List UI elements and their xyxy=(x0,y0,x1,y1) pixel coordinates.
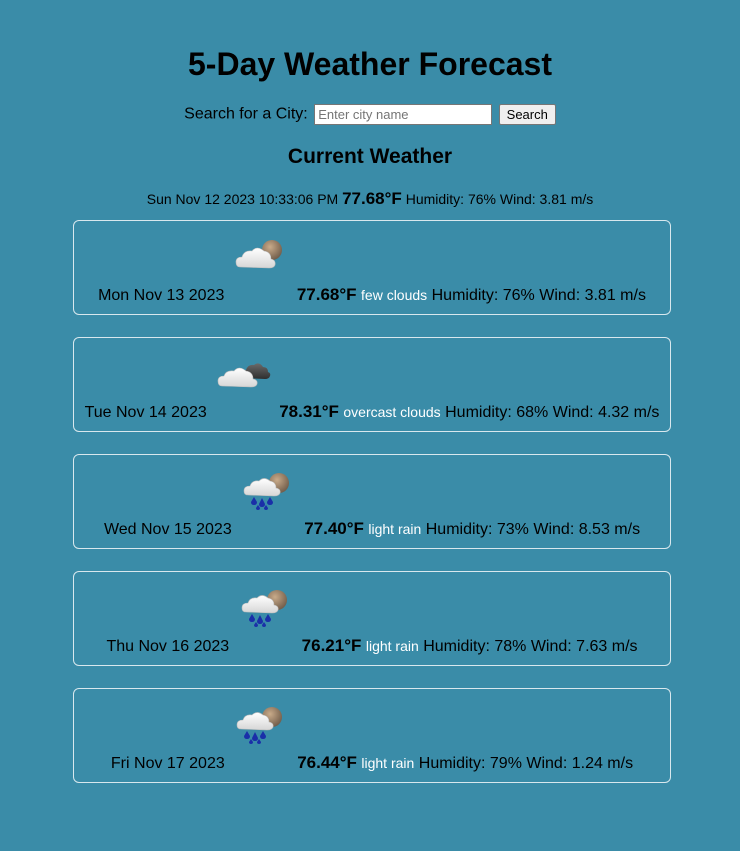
forecast-description: overcast clouds xyxy=(343,404,441,420)
forecast-humidity: Humidity: 73% xyxy=(425,521,529,538)
forecast-description: light rain xyxy=(365,638,419,654)
forecast-wind: Wind: 3.81 m/s xyxy=(539,287,646,304)
current-weather-summary: Sun Nov 12 2023 10:33:06 PM 77.68°F Humi… xyxy=(0,188,740,210)
forecast-wind: Wind: 8.53 m/s xyxy=(533,521,641,538)
light-rain-icon xyxy=(241,471,297,511)
forecast-card: Wed Nov 15 2023 77.40°F light rain Humid… xyxy=(73,454,671,549)
forecast-date: Mon Nov 13 2023 xyxy=(98,287,225,304)
forecast-humidity: Humidity: 78% xyxy=(423,638,527,655)
search-button[interactable]: Search xyxy=(498,104,556,125)
forecast-description: light rain xyxy=(361,755,415,771)
light-rain-icon xyxy=(234,705,290,745)
city-search-input[interactable] xyxy=(314,104,493,125)
current-wind: Wind: 3.81 m/s xyxy=(499,191,594,207)
current-humidity: Humidity: 76% xyxy=(405,191,496,207)
search-form: Search for a City: Search xyxy=(0,104,740,125)
forecast-temperature: 78.31°F xyxy=(279,402,339,421)
overcast-clouds-icon xyxy=(216,354,272,394)
forecast-card: Tue Nov 14 2023 78.31°F overcast clouds … xyxy=(73,337,671,432)
forecast-temperature: 76.21°F xyxy=(301,636,362,655)
forecast-card: Mon Nov 13 2023 77.68°F few clouds Humid… xyxy=(73,220,671,315)
forecast-temperature: 76.44°F xyxy=(297,753,357,772)
current-temperature: 77.68°F xyxy=(342,189,402,208)
search-label: Search for a City: xyxy=(184,105,308,123)
forecast-date: Thu Nov 16 2023 xyxy=(106,638,230,655)
forecast-date: Wed Nov 15 2023 xyxy=(103,521,232,538)
few-clouds-night-icon xyxy=(234,237,290,277)
forecast-description: few clouds xyxy=(361,287,428,303)
light-rain-icon xyxy=(239,588,295,628)
forecast-date: Tue Nov 14 2023 xyxy=(84,404,207,421)
current-weather-heading: Current Weather xyxy=(287,145,453,168)
forecast-humidity: Humidity: 79% xyxy=(418,755,522,772)
forecast-wind: Wind: 4.32 m/s xyxy=(552,404,660,421)
forecast-card: Fri Nov 17 2023 76.44°F light rain Humid… xyxy=(73,688,671,783)
forecast-humidity: Humidity: 76% xyxy=(431,287,535,304)
forecast-date: Fri Nov 17 2023 xyxy=(110,755,225,772)
forecast-wind: Wind: 1.24 m/s xyxy=(526,755,634,772)
forecast-humidity: Humidity: 68% xyxy=(445,404,549,421)
page-title: 5-Day Weather Forecast xyxy=(188,46,552,82)
forecast-card: Thu Nov 16 2023 76.21°F light rain Humid… xyxy=(73,571,671,666)
forecast-temperature: 77.40°F xyxy=(304,519,364,538)
forecast-temperature: 77.68°F xyxy=(296,285,357,304)
current-datetime: Sun Nov 12 2023 10:33:06 PM xyxy=(146,191,339,207)
forecast-description: light rain xyxy=(368,521,422,537)
forecast-wind: Wind: 7.63 m/s xyxy=(530,638,638,655)
